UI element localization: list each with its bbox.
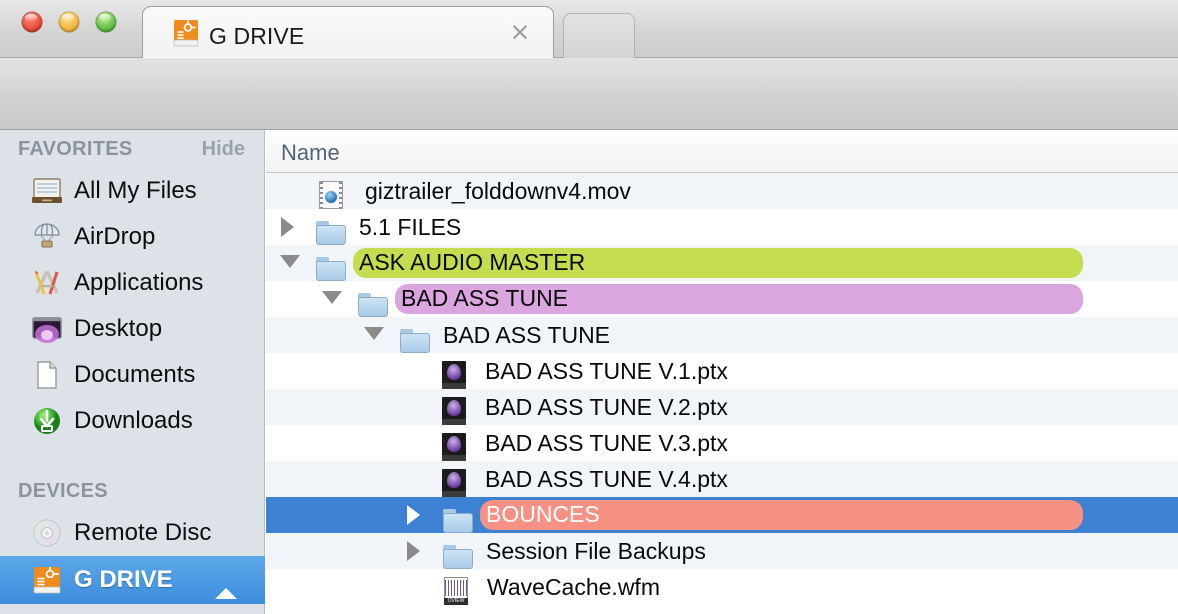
folder-icon xyxy=(400,329,430,353)
sidebar-section-favorites: FAVORITES Hide xyxy=(0,130,265,168)
table-row[interactable]: giztrailer_folddownv4.mov xyxy=(266,173,1178,209)
sidebar-item-label: AirDrop xyxy=(74,223,156,250)
external-drive-icon xyxy=(173,20,199,47)
zoom-window-button[interactable] xyxy=(96,12,116,32)
table-row[interactable]: BAD ASS TUNE V.4.ptx -- xyxy=(266,461,1178,497)
tab-title: G DRIVE xyxy=(209,23,305,49)
close-icon[interactable]: × xyxy=(509,19,531,44)
table-row[interactable]: BAD ASS TUNE V.3.ptx -- xyxy=(266,425,1178,461)
downloads-icon xyxy=(30,406,64,436)
file-name: BAD ASS TUNE xyxy=(443,322,611,348)
sidebar-item-all-my-files[interactable]: All My Files xyxy=(0,168,265,214)
finder-window: G DRIVE × FAVORITES Hide All My Files Ai… xyxy=(0,0,1178,614)
sidebar-item-label: Desktop xyxy=(74,315,163,342)
disclosure-triangle-collapsed[interactable] xyxy=(407,505,420,525)
table-row[interactable]: 5.1 FILES -- xyxy=(266,209,1178,245)
disclosure-triangle-expanded[interactable] xyxy=(280,255,300,268)
hide-favorites-button[interactable]: Hide xyxy=(202,138,245,161)
folder-icon xyxy=(316,221,346,245)
sidebar-item-g-drive[interactable]: G DRIVE xyxy=(0,556,265,604)
file-list-pane: Name giztrailer_folddownv4.mov 5.1 FILES… xyxy=(266,130,1178,614)
sidebar: FAVORITES Hide All My Files AirDrop Appl… xyxy=(0,130,265,614)
table-row[interactable]: BAD ASS TUNE -- xyxy=(266,317,1178,353)
table-row[interactable]: OVIEW WaveCache.wfm -- xyxy=(266,569,1178,605)
file-name: BOUNCES xyxy=(480,500,1083,530)
file-name: BAD ASS TUNE V.4.ptx xyxy=(485,466,728,492)
close-window-button[interactable] xyxy=(22,12,42,32)
external-drive-icon xyxy=(30,565,64,595)
folder-icon xyxy=(443,509,473,533)
disclosure-triangle-expanded[interactable] xyxy=(364,327,384,340)
documents-icon xyxy=(30,360,64,390)
protools-session-icon xyxy=(442,361,466,389)
minimize-window-button[interactable] xyxy=(59,12,79,32)
toolbar xyxy=(0,58,1178,174)
sidebar-item-label: All My Files xyxy=(74,177,197,204)
sidebar-item-desktop[interactable]: Desktop xyxy=(0,306,265,352)
sidebar-item-label: Documents xyxy=(74,361,196,388)
disclosure-triangle-expanded[interactable] xyxy=(322,291,342,304)
folder-icon xyxy=(316,257,346,281)
disclosure-triangle-collapsed[interactable] xyxy=(281,217,294,237)
sidebar-item-airdrop[interactable]: AirDrop xyxy=(0,214,265,260)
sidebar-item-label: Downloads xyxy=(74,407,193,434)
table-row[interactable]: BAD ASS TUNE V.2.ptx -- xyxy=(266,389,1178,425)
file-name: BAD ASS TUNE V.3.ptx xyxy=(485,430,728,456)
table-row[interactable]: Session File Backups -- xyxy=(266,533,1178,569)
file-name: 5.1 FILES xyxy=(359,214,462,240)
file-name: Session File Backups xyxy=(486,538,706,564)
protools-session-icon xyxy=(442,397,466,425)
movie-file-icon xyxy=(319,181,343,209)
column-header-name[interactable]: Name xyxy=(281,140,340,166)
table-row[interactable]: BAD ASS TUNE V.1.ptx -- xyxy=(266,353,1178,389)
sidebar-section-devices: DEVICES xyxy=(0,472,265,510)
sidebar-item-documents[interactable]: Documents xyxy=(0,352,265,398)
sidebar-item-label: Remote Disc xyxy=(74,519,212,546)
file-name: BAD ASS TUNE V.2.ptx xyxy=(485,394,728,420)
wavecache-icon: OVIEW xyxy=(444,577,468,605)
folder-icon xyxy=(358,293,388,317)
desktop-icon xyxy=(30,314,64,344)
file-name: giztrailer_folddownv4.mov xyxy=(365,178,631,204)
airdrop-icon xyxy=(30,222,64,252)
file-name: ASK AUDIO MASTER xyxy=(353,248,1083,278)
protools-session-icon xyxy=(442,433,466,461)
protools-session-icon xyxy=(442,469,466,497)
sidebar-item-label: G DRIVE xyxy=(74,566,173,593)
file-name: BAD ASS TUNE V.1.ptx xyxy=(485,358,728,384)
title-bar: G DRIVE × xyxy=(0,0,1178,58)
sidebar-item-applications[interactable]: Applications xyxy=(0,260,265,306)
folder-icon xyxy=(443,545,473,569)
sidebar-item-downloads[interactable]: Downloads xyxy=(0,398,265,444)
table-row[interactable]: BAD ASS TUNE -- xyxy=(266,281,1178,317)
eject-icon[interactable] xyxy=(215,571,237,599)
new-tab-button[interactable] xyxy=(563,13,635,58)
sidebar-section-title: DEVICES xyxy=(18,479,108,502)
file-name: WaveCache.wfm xyxy=(487,574,660,600)
sidebar-item-remote-disc[interactable]: Remote Disc xyxy=(0,510,265,556)
file-name: BAD ASS TUNE xyxy=(395,284,1083,314)
column-header-row: Name xyxy=(266,130,1178,173)
tab-g-drive[interactable]: G DRIVE × xyxy=(142,6,554,58)
sidebar-section-title: FAVORITES xyxy=(18,137,133,160)
all-my-files-icon xyxy=(30,176,64,206)
disclosure-triangle-collapsed[interactable] xyxy=(407,541,420,561)
table-row-selected[interactable]: BOUNCES -- xyxy=(266,497,1178,533)
table-row[interactable]: ASK AUDIO MASTER -- xyxy=(266,245,1178,281)
optical-disc-icon xyxy=(30,518,64,548)
window-controls xyxy=(22,12,116,32)
applications-icon xyxy=(30,268,64,298)
sidebar-item-label: Applications xyxy=(74,269,204,296)
